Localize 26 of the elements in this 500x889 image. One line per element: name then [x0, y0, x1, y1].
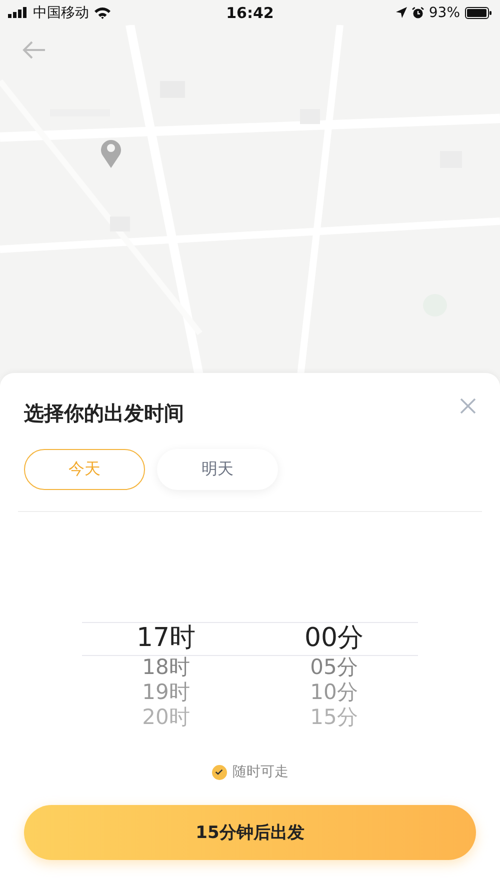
check-icon [215, 769, 223, 775]
hour-option[interactable]: 19时 [142, 680, 190, 705]
minute-option[interactable]: 05分 [310, 655, 358, 680]
day-tab[interactable]: 今天 [24, 449, 145, 490]
day-tab[interactable]: 明天 [157, 449, 278, 490]
back-arrow-icon[interactable] [22, 41, 46, 59]
carrier-name: 中国移动 [33, 4, 89, 22]
hour-option[interactable]: 17时 [136, 622, 196, 654]
checkbox[interactable] [212, 764, 226, 780]
minute-option[interactable]: 00分 [304, 622, 364, 654]
hour-option[interactable]: 18时 [142, 655, 190, 680]
alarm-icon [412, 6, 424, 18]
hour-option[interactable]: 20时 [142, 705, 190, 730]
location-pin-icon [99, 138, 123, 168]
battery-percent: 93% [428, 4, 460, 20]
close-icon[interactable] [460, 398, 476, 414]
clock-time: 16:42 [226, 4, 274, 22]
location-arrow-icon [396, 7, 407, 18]
minute-option[interactable]: 10分 [310, 680, 358, 705]
minute-option[interactable]: 15分 [310, 705, 358, 730]
signal-icon [8, 7, 28, 18]
sheet-title: 选择你的出发时间 [24, 400, 184, 427]
battery-icon [465, 6, 492, 18]
checkbox-label: 随时可走 [232, 763, 288, 781]
confirm-button[interactable]: 15分钟后出发 [24, 805, 476, 860]
wifi-icon [94, 6, 111, 18]
